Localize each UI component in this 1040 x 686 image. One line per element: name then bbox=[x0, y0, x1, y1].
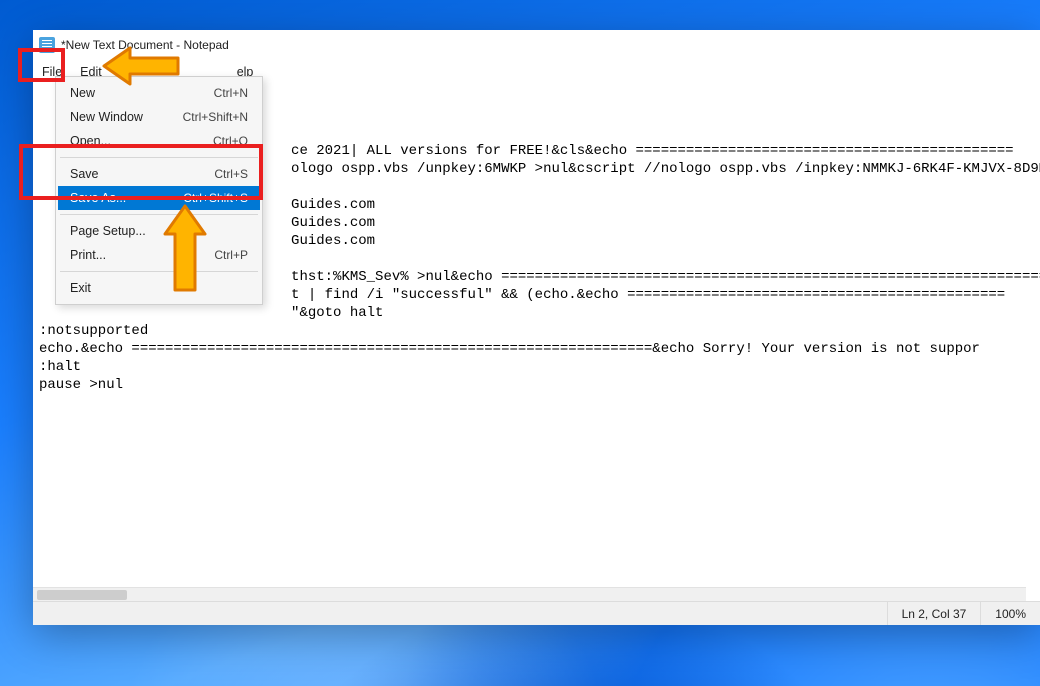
status-position: Ln 2, Col 37 bbox=[887, 602, 981, 625]
menu-item-shortcut: Ctrl+P bbox=[214, 248, 248, 262]
notepad-icon bbox=[39, 37, 55, 53]
statusbar: Ln 2, Col 37 100% bbox=[33, 601, 1040, 625]
menu-separator bbox=[60, 214, 258, 215]
menu-item-page-setup[interactable]: Page Setup... bbox=[58, 219, 260, 243]
menu-item-shortcut: Ctrl+Shift+N bbox=[183, 110, 248, 124]
menu-item-new[interactable]: New Ctrl+N bbox=[58, 81, 260, 105]
horizontal-scrollbar[interactable] bbox=[33, 587, 1026, 601]
menu-item-label: Print... bbox=[70, 248, 106, 262]
window-title: *New Text Document - Notepad bbox=[61, 38, 229, 52]
menu-item-shortcut: Ctrl+O bbox=[213, 134, 248, 148]
menu-item-label: Save bbox=[70, 167, 99, 181]
menu-item-label: Page Setup... bbox=[70, 224, 146, 238]
menu-separator bbox=[60, 157, 258, 158]
menu-item-shortcut: Ctrl+S bbox=[214, 167, 248, 181]
menu-item-label: Exit bbox=[70, 281, 91, 295]
menu-item-label: Save As... bbox=[70, 191, 126, 205]
menu-item-label: New Window bbox=[70, 110, 143, 124]
status-zoom: 100% bbox=[980, 602, 1040, 625]
menu-item-save-as[interactable]: Save As... Ctrl+Shift+S bbox=[58, 186, 260, 210]
menu-item-shortcut: Ctrl+Shift+S bbox=[183, 191, 248, 205]
menu-item-print[interactable]: Print... Ctrl+P bbox=[58, 243, 260, 267]
menu-item-open[interactable]: Open... Ctrl+O bbox=[58, 129, 260, 153]
menu-item-exit[interactable]: Exit bbox=[58, 276, 260, 300]
titlebar[interactable]: *New Text Document - Notepad bbox=[33, 30, 1040, 60]
scrollbar-thumb[interactable] bbox=[37, 590, 127, 600]
menu-item-label: Open... bbox=[70, 134, 111, 148]
menu-item-save[interactable]: Save Ctrl+S bbox=[58, 162, 260, 186]
menu-separator bbox=[60, 271, 258, 272]
menu-item-shortcut: Ctrl+N bbox=[214, 86, 248, 100]
menu-item-new-window[interactable]: New Window Ctrl+Shift+N bbox=[58, 105, 260, 129]
file-dropdown-menu: New Ctrl+N New Window Ctrl+Shift+N Open.… bbox=[55, 76, 263, 305]
menu-item-label: New bbox=[70, 86, 95, 100]
